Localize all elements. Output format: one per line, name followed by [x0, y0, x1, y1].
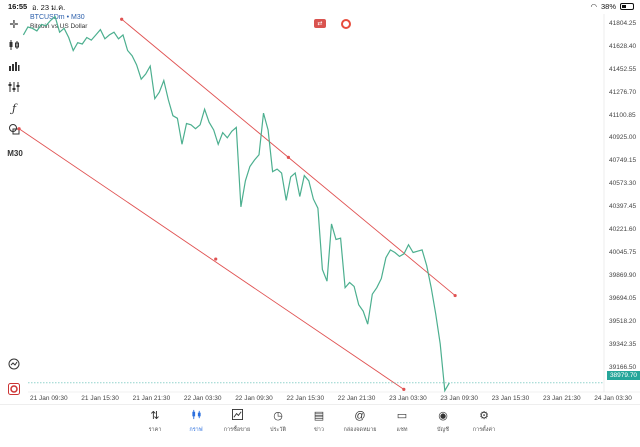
- channel-anchor-handle[interactable]: [453, 293, 457, 298]
- nav-account[interactable]: ◉ บัญชี: [423, 409, 463, 434]
- y-tick-label: 39869.90: [609, 272, 637, 279]
- nav-news[interactable]: ▤ ข่าว: [299, 409, 339, 434]
- channel-lower-line[interactable]: [18, 128, 405, 390]
- quotes-icon: ⇅: [150, 410, 160, 422]
- x-tick-label: 21 Jan 21:30: [132, 395, 171, 402]
- x-tick-label: 21 Jan 09:30: [30, 395, 68, 402]
- account-icon: ◉: [438, 410, 448, 422]
- channel-anchor-handle[interactable]: [120, 17, 124, 21]
- price-line: [22, 15, 450, 393]
- trend-channel[interactable]: [17, 17, 457, 391]
- chart-icon: [191, 409, 202, 423]
- x-tick-label: 22 Jan 21:30: [337, 395, 376, 402]
- news-icon: ▤: [313, 410, 325, 422]
- channel-anchor-handle[interactable]: [17, 127, 21, 131]
- y-tick-label: 41628.40: [609, 42, 637, 50]
- y-tick-label: 39694.05: [609, 294, 637, 302]
- current-price-tag: 38979.70: [607, 371, 640, 380]
- y-tick-label: 39166.50: [609, 363, 637, 371]
- chat-icon: ▭: [396, 410, 408, 422]
- x-tick-label: 23 Jan 15:30: [491, 395, 530, 402]
- x-tick-label: 21 Jan 15:30: [81, 395, 119, 402]
- trade-icon: [231, 409, 243, 423]
- y-tick-label: 41100.85: [609, 111, 636, 119]
- bottom-navigation: ⇅ ราคา กราฟ การซื้อขาย ◷ ประวัติ ▤ ข่าว …: [0, 404, 640, 447]
- y-tick-label: 40573.30: [609, 180, 637, 188]
- nav-settings[interactable]: ⚙ การตั้งค่า: [464, 409, 504, 434]
- x-tick-label: 22 Jan 15:30: [286, 395, 325, 402]
- y-tick-label: 39518.20: [609, 317, 637, 325]
- y-tick-label: 41452.55: [609, 65, 637, 73]
- nav-chart[interactable]: กราฟ: [176, 409, 216, 434]
- price-line-layer: [22, 15, 604, 393]
- y-tick-label: 40045.75: [609, 249, 637, 257]
- x-tick-label: 23 Jan 03:30: [389, 395, 427, 402]
- price-chart[interactable]: [0, 0, 640, 404]
- history-icon: ◷: [273, 410, 283, 422]
- nav-history[interactable]: ◷ ประวัติ: [258, 409, 298, 434]
- y-tick-label: 40749.15: [609, 157, 637, 165]
- nav-trade[interactable]: การซื้อขาย: [217, 409, 257, 434]
- nav-quotes[interactable]: ⇅ ราคา: [135, 409, 175, 434]
- x-tick-label: 23 Jan 21:30: [543, 395, 581, 402]
- settings-icon: ⚙: [479, 410, 489, 422]
- y-tick-label: 40221.60: [609, 226, 637, 234]
- x-tick-label: 22 Jan 09:30: [235, 395, 273, 402]
- mailbox-icon: @: [354, 410, 366, 422]
- nav-chat[interactable]: ▭ แชท: [382, 409, 422, 434]
- channel-anchor-handle[interactable]: [402, 387, 406, 391]
- x-tick-label: 24 Jan 03:30: [594, 395, 632, 402]
- y-tick-label: 41804.25: [609, 19, 637, 27]
- x-tick-label: 22 Jan 03:30: [183, 395, 222, 402]
- y-tick-label: 40397.45: [609, 203, 637, 211]
- y-tick-label: 41276.70: [609, 88, 637, 96]
- channel-anchor-handle[interactable]: [214, 257, 218, 261]
- x-tick-label: 23 Jan 09:30: [440, 395, 478, 402]
- channel-anchor-handle[interactable]: [286, 155, 290, 159]
- y-tick-label: 39342.35: [609, 340, 637, 348]
- nav-mailbox[interactable]: @ กล่องจดหมาย: [340, 409, 380, 434]
- y-tick-label: 40925.00: [609, 134, 637, 142]
